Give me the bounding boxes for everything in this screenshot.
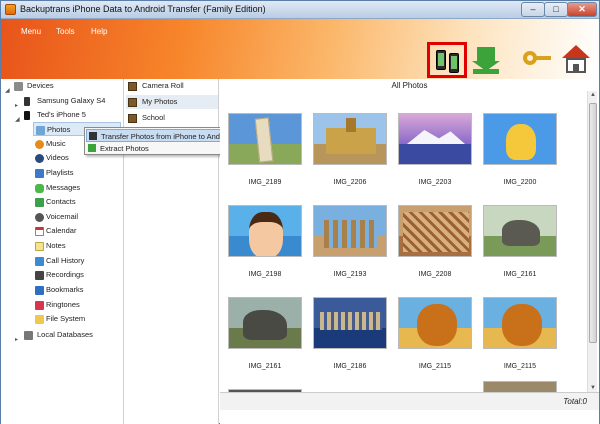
photo-caption: IMG_2161 [248, 363, 282, 370]
photo-thumbnail[interactable] [313, 205, 387, 257]
minimize-button[interactable]: – [521, 2, 545, 17]
export-button[interactable] [471, 45, 501, 75]
photo-caption: IMG_2208 [418, 271, 452, 278]
database-icon [24, 331, 33, 340]
photo-caption: IMG_2186 [333, 363, 367, 370]
header-banner: Menu Tools Help [1, 19, 599, 79]
tree-local-databases[interactable]: ▸ Local Databases [15, 328, 121, 343]
tree-item-contacts[interactable]: Contacts [33, 195, 121, 209]
album-icon [128, 114, 137, 123]
download-icon [472, 47, 500, 71]
photo-thumbnail[interactable] [483, 113, 557, 165]
calendar-icon [35, 227, 44, 236]
menu-menu[interactable]: Menu [21, 27, 41, 36]
scroll-up-icon[interactable]: ▲ [590, 92, 596, 98]
expand-arrow-icon[interactable]: ▸ [15, 333, 18, 347]
music-icon [35, 140, 44, 149]
maximize-button[interactable]: □ [544, 2, 568, 17]
tree-item-calendar[interactable]: Calendar [33, 224, 121, 238]
photo-caption: IMG_2206 [333, 179, 367, 186]
home-door [573, 64, 579, 73]
photo-caption: IMG_2115 [418, 363, 452, 370]
photo-thumbnail[interactable] [398, 113, 472, 165]
home-button[interactable] [561, 45, 591, 75]
download-tray [473, 69, 499, 74]
tree-item-recordings[interactable]: Recordings [33, 268, 121, 282]
videos-icon [35, 154, 44, 163]
tree-item-messages[interactable]: Messages [33, 181, 121, 195]
content-title: All Photos [391, 81, 428, 90]
photo-thumbnail[interactable] [398, 205, 472, 257]
bookmarks-icon [35, 286, 44, 295]
devices-icon [14, 82, 23, 91]
menu-tools[interactable]: Tools [56, 27, 75, 36]
extract-icon [88, 144, 96, 152]
transfer-icon [89, 132, 97, 140]
tree-item-notes[interactable]: Notes [33, 239, 121, 253]
photo-thumbnail[interactable] [313, 297, 387, 349]
tree-item-call-history[interactable]: Call History [33, 254, 121, 268]
scroll-down-icon[interactable]: ▼ [590, 385, 596, 391]
photo-thumbnail[interactable] [228, 205, 302, 257]
album-camera-roll[interactable]: Camera Roll [126, 79, 218, 93]
tree-item-ringtones[interactable]: Ringtones [33, 298, 121, 312]
title-bar[interactable]: Backuptrans iPhone Data to Android Trans… [1, 1, 599, 19]
key-stem [535, 56, 551, 60]
home-icon [562, 45, 590, 58]
photo-thumbnail[interactable] [228, 297, 302, 349]
notes-icon [35, 242, 44, 251]
phone-icon [24, 97, 30, 106]
call-history-icon [35, 257, 44, 266]
tree-device-samsung[interactable]: ▸ Samsung Galaxy S4 [15, 94, 121, 109]
recordings-icon [35, 271, 44, 280]
tree-item-playlists[interactable]: Playlists [33, 166, 121, 180]
iphone-icon [24, 111, 30, 120]
window-title: Backuptrans iPhone Data to Android Trans… [20, 4, 266, 14]
album-my-photos[interactable]: My Photos [126, 95, 218, 109]
voicemail-icon [35, 213, 44, 222]
register-button[interactable] [521, 45, 551, 75]
app-window: Backuptrans iPhone Data to Android Trans… [0, 0, 600, 424]
album-school[interactable]: School [126, 111, 218, 125]
photo-grid-panel: All Photos IMG_2189 IMG_2206 IMG_2203 IM… [220, 79, 599, 424]
app-icon [5, 4, 16, 15]
menu-help[interactable]: Help [91, 27, 107, 36]
album-icon [128, 82, 137, 91]
tree-item-voicemail[interactable]: Voicemail [33, 210, 121, 224]
photo-caption: IMG_2161 [503, 271, 537, 278]
album-icon [128, 98, 137, 107]
playlists-icon [35, 169, 44, 178]
photo-thumbnail[interactable] [483, 297, 557, 349]
photo-thumbnail[interactable] [483, 205, 557, 257]
tree-item-bookmarks[interactable]: Bookmarks [33, 283, 121, 297]
photo-caption: IMG_2193 [333, 271, 367, 278]
ringtones-icon [35, 301, 44, 310]
transfer-phones-button[interactable] [427, 42, 467, 78]
photos-icon [36, 126, 45, 135]
status-bar: Total:0 [220, 392, 599, 410]
vertical-scrollbar[interactable]: ▲ ▼ [587, 91, 597, 394]
photo-thumbnail[interactable] [228, 113, 302, 165]
messages-icon [35, 184, 44, 193]
total-count: Total:0 [563, 397, 587, 406]
photo-caption: IMG_2198 [248, 271, 282, 278]
photo-thumbnail[interactable] [398, 297, 472, 349]
phone-transfer-icon [436, 50, 446, 70]
collapse-arrow-icon[interactable]: ◢ [5, 84, 10, 98]
scrollbar-thumb[interactable] [589, 103, 597, 343]
contacts-icon [35, 198, 44, 207]
photo-caption: IMG_2203 [418, 179, 452, 186]
collapse-arrow-icon[interactable]: ◢ [15, 113, 20, 127]
tree-device-iphone[interactable]: ◢ Ted's iPhone 5 [15, 108, 121, 123]
photo-caption: IMG_2200 [503, 179, 537, 186]
close-button[interactable]: ✕ [567, 2, 597, 17]
folder-icon [35, 315, 44, 324]
phone-transfer-icon-2 [449, 53, 459, 73]
photo-caption: IMG_2189 [248, 179, 282, 186]
tree-devices[interactable]: ◢ Devices [5, 79, 121, 94]
photo-caption: IMG_2115 [503, 363, 537, 370]
tree-item-file-system[interactable]: File System [33, 312, 121, 326]
photo-thumbnail[interactable] [313, 113, 387, 165]
